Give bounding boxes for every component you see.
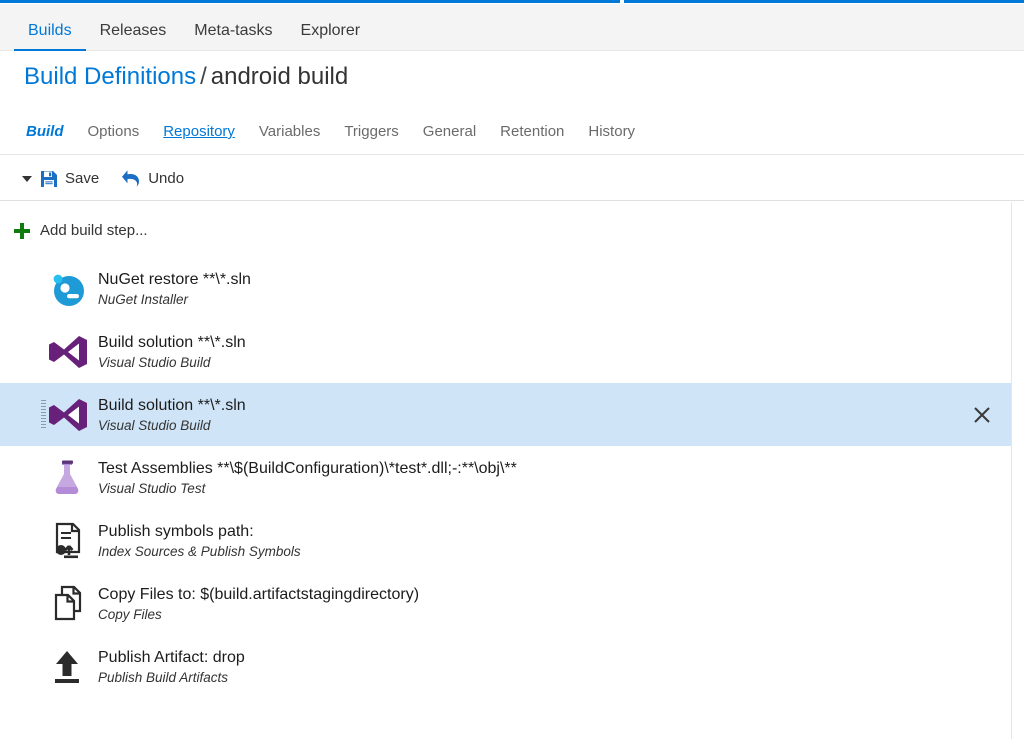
build-step-nuget-restore[interactable]: NuGet restore **\*.sln NuGet Installer	[0, 257, 1011, 320]
build-step-build-solution-1[interactable]: Build solution **\*.sln Visual Studio Bu…	[0, 320, 1011, 383]
build-step-subtitle: Copy Files	[98, 606, 162, 622]
breadcrumb-separator: /	[200, 63, 207, 90]
plus-icon	[14, 222, 30, 239]
hub-tab-explorer[interactable]: Explorer	[287, 21, 375, 51]
tab-options[interactable]: Options	[76, 118, 152, 146]
chevron-down-icon[interactable]	[22, 175, 32, 182]
build-step-text: Test Assemblies **\$(BuildConfiguration)…	[98, 458, 517, 498]
build-step-subtitle: Publish Build Artifacts	[98, 669, 229, 685]
tab-general[interactable]: General	[411, 118, 488, 146]
tab-variables[interactable]: Variables	[247, 118, 332, 146]
build-step-text: Build solution **\*.sln Visual Studio Bu…	[98, 395, 246, 435]
pivot-tabs: Build Options Repository Variables Trigg…	[14, 118, 1014, 146]
accent-segment-right	[624, 0, 1024, 3]
hub-tab-releases[interactable]: Releases	[86, 21, 181, 51]
save-button[interactable]: Save	[22, 170, 99, 188]
panel-right-gutter	[1012, 202, 1024, 739]
build-step-title: Test Assemblies **\$(BuildConfiguration)…	[98, 459, 517, 477]
undo-icon	[121, 169, 141, 188]
hub-tab-meta-tasks[interactable]: Meta-tasks	[180, 21, 286, 51]
test-flask-icon	[44, 455, 90, 501]
visual-studio-icon	[44, 329, 90, 375]
build-step-subtitle: NuGet Installer	[98, 291, 189, 307]
tab-build[interactable]: Build	[14, 118, 76, 146]
copy-files-icon	[44, 581, 90, 627]
build-step-title: Build solution **\*.sln	[98, 396, 246, 414]
tab-retention[interactable]: Retention	[488, 118, 576, 146]
hub-tab-builds[interactable]: Builds	[14, 21, 86, 51]
build-step-build-solution-2[interactable]: Build solution **\*.sln Visual Studio Bu…	[0, 383, 1011, 446]
tab-repository[interactable]: Repository	[151, 118, 247, 146]
build-step-publish-symbols[interactable]: Publish symbols path: Index Sources & Pu…	[0, 509, 1011, 572]
undo-label: Undo	[148, 170, 185, 187]
tab-triggers[interactable]: Triggers	[332, 118, 410, 146]
undo-button[interactable]: Undo	[121, 169, 185, 188]
build-steps-panel: Add build step... NuGet restore **\*.sln…	[0, 202, 1012, 739]
build-step-text: Publish Artifact: drop Publish Build Art…	[98, 647, 245, 687]
build-step-text: Copy Files to: $(build.artifactstagingdi…	[98, 584, 419, 624]
build-step-subtitle: Visual Studio Build	[98, 417, 211, 433]
nuget-icon	[44, 266, 90, 312]
build-step-subtitle: Index Sources & Publish Symbols	[98, 543, 301, 559]
publish-symbols-icon	[44, 518, 90, 564]
accent-segment-left	[0, 0, 620, 3]
save-icon	[40, 170, 58, 188]
pivot-divider	[0, 154, 1024, 155]
save-label: Save	[65, 170, 100, 187]
build-step-title: Publish symbols path:	[98, 522, 254, 540]
build-step-title: NuGet restore **\*.sln	[98, 270, 251, 288]
build-steps-list: NuGet restore **\*.sln NuGet Installer B…	[0, 257, 1011, 698]
add-build-step-label: Add build step...	[40, 222, 148, 239]
tab-history[interactable]: History	[576, 118, 647, 146]
build-step-title: Copy Files to: $(build.artifactstagingdi…	[98, 585, 420, 603]
breadcrumb: Build Definitions / android build	[24, 62, 348, 92]
build-step-text: Build solution **\*.sln Visual Studio Bu…	[98, 332, 246, 372]
build-step-subtitle: Visual Studio Build	[98, 354, 211, 370]
breadcrumb-root-link[interactable]: Build Definitions	[24, 63, 196, 90]
build-step-publish-artifact[interactable]: Publish Artifact: drop Publish Build Art…	[0, 635, 1011, 698]
build-step-copy-files[interactable]: Copy Files to: $(build.artifactstagingdi…	[0, 572, 1011, 635]
build-step-title: Publish Artifact: drop	[98, 648, 245, 666]
command-toolbar: Save Undo	[0, 157, 1024, 201]
drag-handle[interactable]	[41, 400, 46, 430]
build-step-test-assemblies[interactable]: Test Assemblies **\$(BuildConfiguration)…	[0, 446, 1011, 509]
add-build-step-button[interactable]: Add build step...	[0, 202, 1011, 239]
visual-studio-icon	[44, 392, 90, 438]
build-step-title: Build solution **\*.sln	[98, 333, 246, 351]
build-step-subtitle: Visual Studio Test	[98, 480, 206, 496]
hub-navigation: Builds Releases Meta-tasks Explorer	[0, 4, 1024, 51]
remove-step-button[interactable]	[971, 404, 993, 426]
build-step-text: NuGet restore **\*.sln NuGet Installer	[98, 269, 251, 309]
publish-artifact-icon	[44, 644, 90, 690]
page-title: android build	[210, 63, 349, 90]
build-step-text: Publish symbols path: Index Sources & Pu…	[98, 521, 301, 561]
build-definition-page: Builds Releases Meta-tasks Explorer Buil…	[0, 0, 1024, 739]
